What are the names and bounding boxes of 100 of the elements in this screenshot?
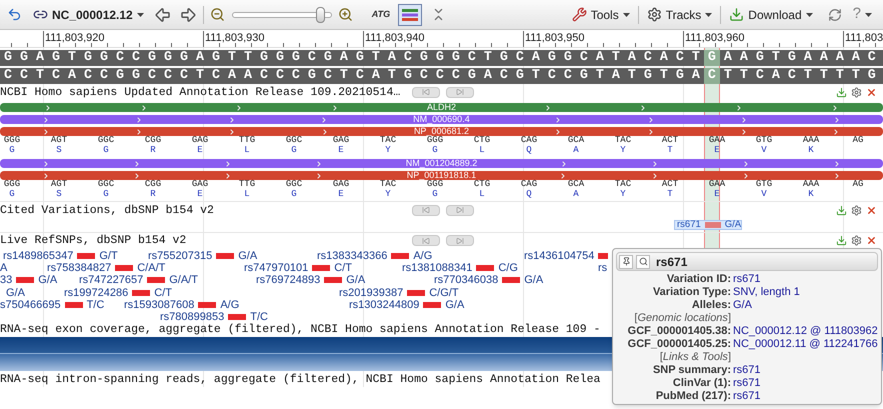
search-button[interactable]	[636, 254, 650, 268]
codon-label: GAG	[192, 180, 208, 190]
transcript-bar[interactable]: NM_001204889.2	[0, 159, 883, 168]
snp-id[interactable]: rs747227657	[79, 274, 144, 286]
codon-label: CTG	[474, 180, 490, 190]
snp-id[interactable]: rs755207315	[148, 250, 212, 262]
snp-id[interactable]: rs1383343366	[317, 250, 388, 262]
download-button[interactable]	[836, 235, 847, 246]
last-button[interactable]	[446, 204, 474, 216]
snp-id[interactable]: rs770346038	[434, 274, 498, 286]
variant-feature[interactable]: rs671 G/A	[674, 220, 742, 230]
settings-icon	[851, 86, 862, 98]
search-icon	[638, 257, 648, 266]
link[interactable]: NC_000012.12 @ 111803962	[733, 325, 878, 338]
link[interactable]: rs671	[733, 364, 878, 377]
last-button[interactable]	[446, 86, 474, 98]
amino-acid-label: G	[9, 190, 15, 199]
zoom-out-icon	[210, 7, 226, 22]
variant-marker	[598, 253, 608, 259]
variant-marker	[407, 290, 426, 296]
settings-icon	[851, 204, 862, 216]
field-label: Variation ID:	[666, 273, 731, 286]
close-button[interactable]	[866, 86, 877, 98]
field-label: GCF_000001405.38:	[626, 325, 731, 338]
snp-id[interactable]: rs1381088341	[402, 262, 472, 274]
settings-button[interactable]	[851, 204, 862, 216]
gene-bar[interactable]: ALDH2	[0, 103, 883, 112]
menu-button[interactable]: Tools	[568, 4, 633, 26]
settings-icon	[646, 7, 662, 22]
left-arrow-icon	[154, 6, 172, 24]
sequence-selector[interactable]: NC_000012.12	[29, 4, 148, 26]
variant-marker	[115, 265, 134, 272]
allele-label: G/A	[346, 274, 366, 286]
close-icon	[866, 235, 877, 246]
snp-id[interactable]: rs780899853	[160, 311, 224, 323]
variant-marker	[391, 253, 410, 259]
link[interactable]: rs671	[733, 390, 878, 403]
menu-button[interactable]: Download	[726, 4, 816, 26]
settings-button[interactable]	[851, 235, 862, 246]
ruler-label: 111,803,960	[685, 32, 745, 44]
ruler-label: 111,803,920	[45, 32, 105, 44]
snp-id[interactable]: 33	[0, 274, 12, 286]
snp-id[interactable]: rs1593087608	[124, 298, 194, 311]
settings-button[interactable]	[851, 86, 862, 98]
codon-label: GGC	[286, 180, 302, 190]
snp-id[interactable]: rs758384827	[47, 262, 112, 274]
field-label: Alleles:	[690, 299, 731, 312]
close-button[interactable]	[866, 204, 877, 216]
amino-acid-label: Q	[526, 190, 532, 199]
download-button[interactable]	[836, 86, 847, 98]
amino-acid-label: E	[338, 190, 344, 199]
codon-label: GGG	[4, 180, 20, 190]
snp-id[interactable]: rs1303244809	[349, 298, 420, 311]
amino-acid-label: G	[291, 146, 297, 155]
sequence-view-button[interactable]: ATG	[368, 4, 394, 26]
ruler-label: 111,803	[845, 32, 883, 44]
snp-id[interactable]: rs199724286	[64, 286, 128, 299]
allele-label: T/C	[250, 311, 268, 323]
link[interactable]: NC_000012.11 @ 112241766	[733, 338, 878, 351]
settings-icon	[851, 235, 862, 246]
transcript-bar[interactable]: NM_000690.4	[0, 115, 883, 124]
snp-label: rs	[598, 262, 608, 274]
first-button[interactable]	[412, 204, 440, 216]
amino-acid-label: Q	[526, 146, 532, 155]
field-label: ClinVar (1):	[672, 377, 731, 390]
codon-label: GTG	[756, 180, 772, 190]
first-button[interactable]	[412, 235, 440, 246]
snp-id[interactable]: rs747970101	[244, 262, 308, 274]
codon-label: GGG	[4, 136, 20, 146]
pin-button[interactable]	[619, 254, 633, 268]
codon-label: GGC	[98, 136, 114, 146]
allele-label: T/C	[86, 298, 104, 311]
slider-thumb[interactable]	[316, 6, 326, 22]
download-button[interactable]	[836, 204, 847, 216]
close-button[interactable]	[866, 235, 877, 246]
ruler-label: 111,803,940	[365, 32, 425, 44]
snp-id[interactable]: rs1489865347	[3, 250, 74, 262]
amino-acid-label: G	[9, 146, 15, 155]
zoom-in-icon	[338, 7, 354, 22]
first-button[interactable]	[412, 86, 440, 98]
codon-label: AGT	[50, 136, 68, 146]
variant-marker	[502, 277, 520, 284]
wrench-icon	[572, 7, 587, 22]
snp-id[interactable]: rs1436104754	[524, 250, 594, 262]
protein-bar[interactable]: NP_001191818.1	[0, 171, 883, 180]
colored-view-button[interactable]	[398, 4, 422, 26]
track-title: Live RefSNPs, dbSNP b154 v2	[0, 234, 188, 247]
codon-label: GAG	[332, 180, 350, 190]
codon-label: CGG	[144, 180, 162, 190]
last-button[interactable]	[446, 235, 474, 246]
zoom-slider[interactable]	[232, 6, 332, 22]
amino-acid-label: E	[197, 146, 203, 155]
snp-id[interactable]: rs769724893	[256, 274, 320, 286]
protein-bar[interactable]: NP_000681.2	[0, 127, 883, 136]
amino-acid-label: E	[714, 146, 720, 155]
menu-button[interactable]: Tracks	[644, 4, 716, 26]
snp-id[interactable]: s750466695	[0, 298, 61, 311]
allele-label: A/G	[413, 250, 432, 262]
link[interactable]: rs671	[733, 377, 878, 390]
snp-id[interactable]: rs201939387	[339, 286, 404, 299]
